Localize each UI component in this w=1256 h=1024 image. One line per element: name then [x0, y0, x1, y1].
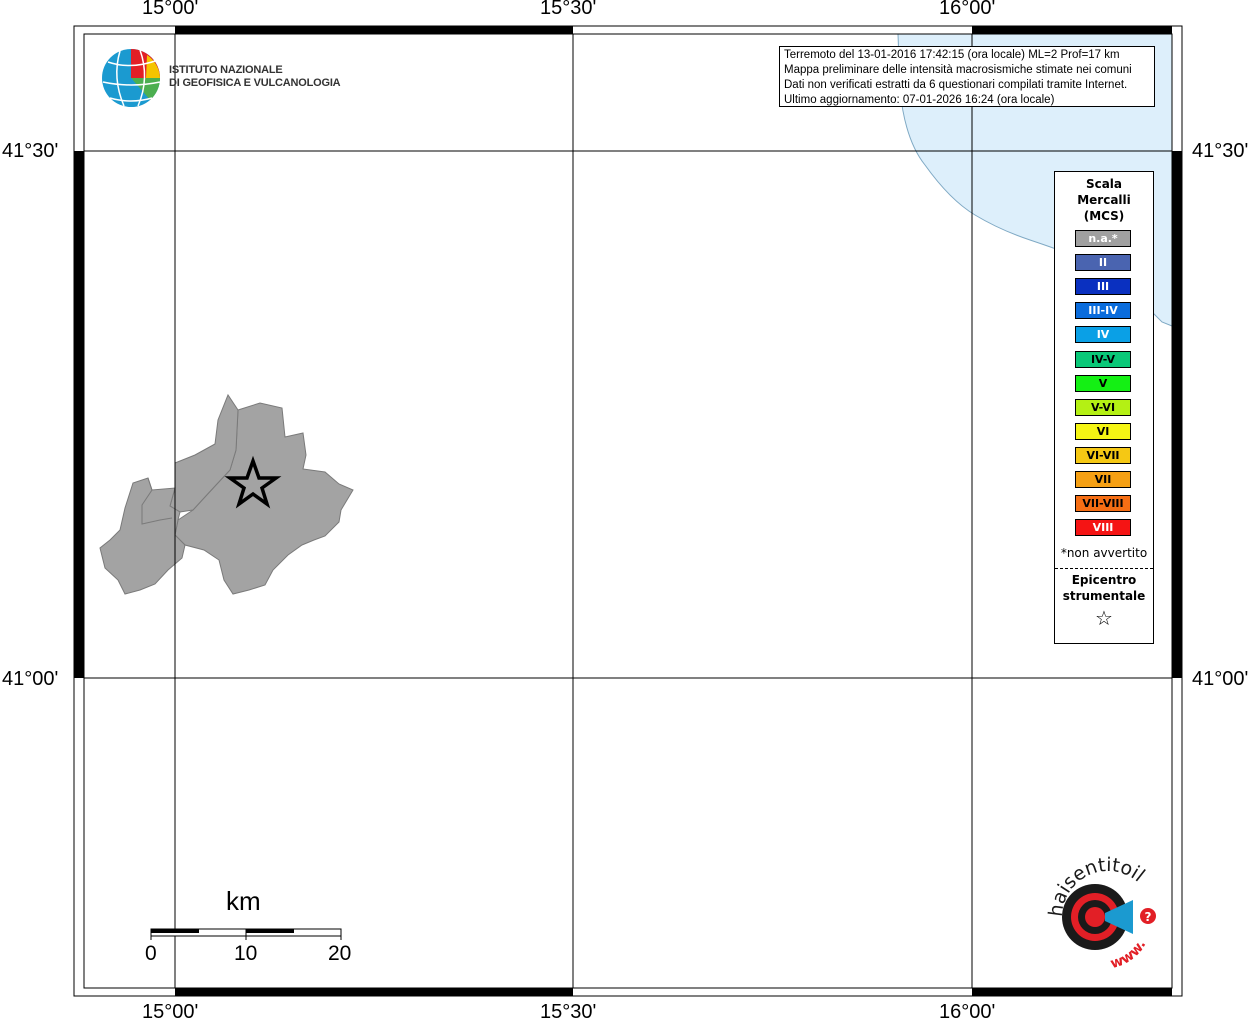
scale-tick-20: 20	[328, 942, 352, 965]
info-line-2: Mappa preliminare delle intensità macros…	[784, 64, 1132, 76]
legend-star-icon: ☆	[1095, 606, 1113, 630]
legend-item: n.a.*	[1075, 230, 1131, 247]
legend-item: VII	[1075, 471, 1131, 488]
scale-unit: km	[226, 886, 261, 916]
info-line-4: Ultimo aggiornamento: 07-01-2026 16:24 (…	[784, 94, 1055, 106]
info-line-3: Dati non verificati estratti da 6 questi…	[784, 79, 1128, 91]
felt-municipalities	[99, 393, 354, 595]
legend-separator	[1055, 568, 1153, 569]
scale-bar	[150, 928, 342, 940]
legend-epicenter-line-1: Epicentro	[1071, 573, 1137, 587]
legend-item: V-VI	[1075, 398, 1131, 416]
ingv-logo-icon	[102, 49, 161, 108]
legend-item: II	[1075, 254, 1131, 272]
municipality-west	[99, 477, 186, 595]
ingv-logo-text: ISTITUTO NAZIONALE DI GEOFISICA E VULCAN…	[169, 64, 341, 90]
ingv-line-2: DI GEOFISICA E VULCANOLOGIA	[169, 77, 341, 89]
top-lon-label-2: 16°00'	[939, 0, 996, 19]
scale-tick-10: 10	[234, 942, 258, 965]
bottom-lon-label-1: 15°30'	[540, 1001, 597, 1023]
top-lon-label-1: 15°30'	[540, 0, 597, 19]
legend-item: III-IV	[1075, 302, 1131, 320]
legend-item: V	[1075, 374, 1131, 392]
legend-item: VII-VIII	[1075, 495, 1131, 513]
macroseismic-map: ? haisentitoilterremoto.it www. 15°00' 1…	[0, 0, 1256, 1024]
svg-text:?: ?	[1145, 910, 1152, 924]
info-line-1: Terremoto del 13-01-2016 17:42:15 (ora l…	[784, 49, 1120, 61]
legend-note: *non avvertito	[1060, 546, 1148, 560]
right-lat-label-1: 41°00'	[1192, 668, 1249, 690]
legend-item: VI-VII	[1075, 446, 1131, 464]
top-lon-label-0: 15°00'	[142, 0, 199, 19]
bottom-lon-label-0: 15°00'	[142, 1001, 199, 1023]
legend-item: IV-V	[1075, 350, 1131, 368]
legend-epicenter-label: Epicentro strumentale	[1055, 572, 1153, 604]
legend-item: VI	[1075, 422, 1131, 440]
legend-item: III	[1075, 278, 1131, 296]
right-lat-label-0: 41°30'	[1192, 140, 1249, 162]
legend-title: Scala Mercalli (MCS)	[1055, 176, 1153, 224]
legend-epicenter-line-2: strumentale	[1062, 589, 1146, 603]
legend-title-line-1: Scala	[1085, 177, 1123, 191]
left-lat-label-1: 41°00'	[2, 668, 59, 690]
earthquake-info-box: Terremoto del 13-01-2016 17:42:15 (ora l…	[779, 46, 1155, 107]
legend-title-line-3: (MCS)	[1083, 209, 1125, 223]
bottom-lon-label-2: 16°00'	[939, 1001, 996, 1023]
left-lat-label-0: 41°30'	[2, 140, 59, 162]
mcs-legend: Scala Mercalli (MCS) n.a.* II III III-IV IV I…	[1054, 171, 1154, 644]
ingv-line-1: ISTITUTO NAZIONALE	[169, 64, 283, 76]
legend-item: IV	[1075, 326, 1131, 344]
legend-item: VIII	[1075, 519, 1131, 537]
scale-tick-0: 0	[145, 942, 157, 965]
legend-title-line-2: Mercalli	[1077, 193, 1131, 207]
